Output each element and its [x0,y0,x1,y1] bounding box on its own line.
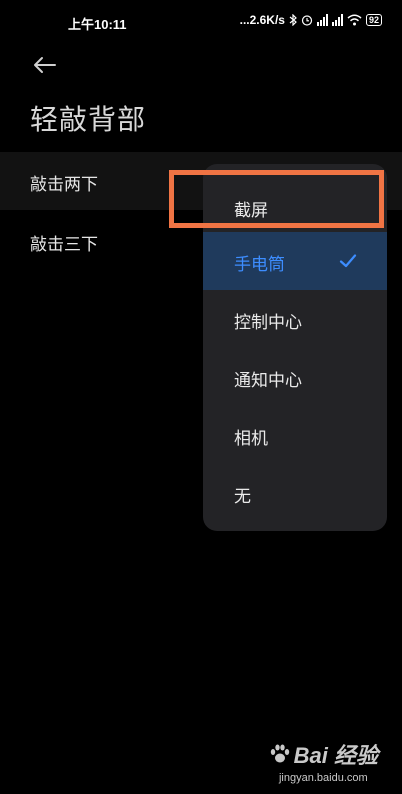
menu-item-label: 手电筒 [234,255,285,275]
arrow-left-icon[interactable] [30,50,60,80]
bluetooth-icon [289,14,297,26]
paw-icon [270,744,289,763]
watermark-url: jingyan.baidu.com [278,772,368,784]
alarm-icon [301,15,313,26]
status-icons: ...2.6K/s 92 [240,13,382,27]
watermark-logo: Bai 经验 [269,738,378,770]
menu-item-none[interactable]: 无 [203,464,387,522]
signal-icon-1 [316,14,328,26]
page-title: 轻敲背部 [30,103,147,136]
status-bar: 上午10:11 ...2.6K/s 92 [0,0,402,44]
menu-item-notification-center[interactable]: 通知中心 [203,348,387,406]
setting-label: 敲击三下 [30,235,98,255]
menu-item-label: 相机 [234,429,268,449]
watermark-logo-text: Bai 经验 [293,743,378,768]
battery-icon: 92 [365,14,382,26]
network-speed: ...2.6K/s [239,13,285,27]
baidu-watermark: Bai 经验 jingyan.baidu.com [269,738,378,784]
status-time: 上午10:11 [68,17,127,32]
checkmark-icon [339,254,357,268]
menu-item-label: 控制中心 [234,313,302,333]
setting-label: 敲击两下 [30,175,98,195]
signal-icon-2 [331,14,343,26]
wifi-icon [347,14,362,26]
menu-item-flashlight[interactable]: 手电筒 [203,232,387,290]
menu-item-camera[interactable]: 相机 [203,406,387,464]
highlight-annotation-box [169,170,384,228]
menu-item-control-center[interactable]: 控制中心 [203,290,387,348]
menu-item-label: 无 [234,487,251,507]
menu-item-label: 通知中心 [234,371,302,391]
